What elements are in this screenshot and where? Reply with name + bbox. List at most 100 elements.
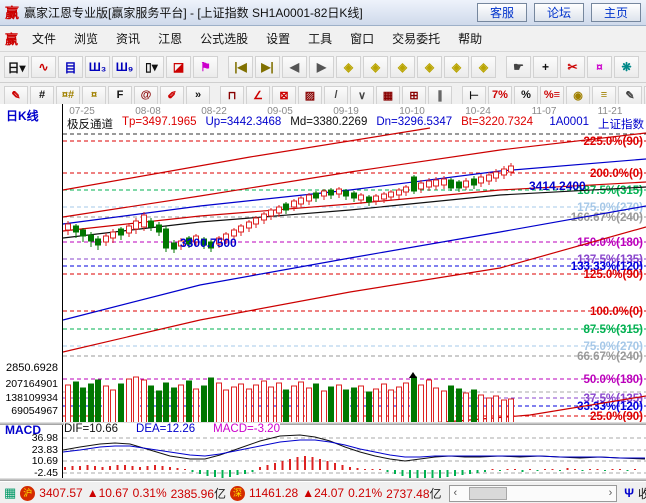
vee-line-button[interactable]: ∨	[350, 86, 374, 105]
stamp-tool-button[interactable]: ¤	[587, 56, 612, 78]
prev-page-button[interactable]: ◀	[282, 56, 307, 78]
gold-grid2-button[interactable]: ¤	[82, 86, 106, 105]
spiral-tool-button[interactable]: @	[134, 86, 158, 105]
svg-text:200.0%(0): 200.0%(0)	[590, 168, 643, 180]
pattern-tool-button[interactable]: ❋	[614, 56, 639, 78]
sh-index-amount: 2385.96亿	[171, 485, 226, 502]
svg-text:66.67%(240): 66.67%(240)	[577, 351, 643, 363]
broadcast-icon[interactable]: Ψ	[624, 486, 634, 500]
bars9-chart-button[interactable]: Ш₉	[112, 56, 137, 78]
percent7-button[interactable]: 7%	[488, 86, 512, 105]
measure-pen-button[interactable]: ✐	[160, 86, 184, 105]
volume-scale-3: 69054967	[0, 405, 58, 417]
sz-index-amount: 2737.48亿	[386, 485, 441, 502]
indicator-header: 极反通道 Tp=3497.1965 Up=3442.3468 Md=3380.2…	[67, 116, 644, 132]
parallel-lines-button[interactable]: ∥	[428, 86, 452, 105]
shenzhen-market-icon[interactable]: 深	[230, 486, 245, 501]
dea-value: DEA=12.26	[136, 423, 195, 435]
candle-style-button[interactable]: ▯▾	[139, 56, 164, 78]
menu-item-settings[interactable]: 设置	[257, 30, 299, 47]
first-page-button[interactable]: |◀	[228, 56, 253, 78]
scroll-right-arrow[interactable]: ›	[605, 487, 617, 499]
titlebar-buttons: 客服 论坛 主页	[477, 3, 641, 22]
bars3-chart-button[interactable]: Ш₃	[85, 56, 110, 78]
menu-item-gann[interactable]: 江恩	[149, 30, 191, 47]
receive-label: 收	[638, 485, 646, 502]
stock-pick-button[interactable]: ◪	[166, 56, 191, 78]
info-list-button[interactable]: 目	[58, 56, 83, 78]
homepage-button[interactable]: 主页	[591, 3, 641, 22]
toolbar-main: 日▾∿目Ш₃Ш₉▯▾◪⚑|◀▶|◀▶◈◈◈◈◈◈☛+✂¤❋21▦▤▌	[0, 52, 646, 83]
pan-hand-button[interactable]: ☛	[506, 56, 531, 78]
chart-area: 225.0%(90)200.0%(0)187.5%(315)175.0%(270…	[0, 104, 646, 481]
menu-item-window[interactable]: 窗口	[341, 30, 383, 47]
horizontal-scrollbar[interactable]: ‹ ›	[449, 485, 618, 502]
scroll-thumb[interactable]	[469, 487, 507, 500]
measure-scale-button[interactable]: ⊢	[462, 86, 486, 105]
gann-diamond-4-button[interactable]: ◈	[417, 56, 442, 78]
curve-tool-button[interactable]: ∿	[31, 56, 56, 78]
market-grid-icon[interactable]: ▦	[4, 485, 16, 501]
fibonacci-f-button[interactable]: F	[108, 86, 132, 105]
draw-pen-button[interactable]: ✎	[4, 86, 28, 105]
stock-code: 1A0001	[549, 116, 589, 132]
annotate-button[interactable]: ✎	[618, 86, 642, 105]
shade-box-button[interactable]: ▨	[298, 86, 322, 105]
dn-value: Dn=3296.5347	[376, 116, 452, 132]
gann-diamond-3-button[interactable]: ◈	[390, 56, 415, 78]
grid-lines-button[interactable]: #	[30, 86, 54, 105]
shanghai-market-icon[interactable]: 沪	[20, 486, 35, 501]
svg-text:225.0%(90): 225.0%(90)	[584, 136, 644, 148]
bt-value: Bt=3220.7324	[461, 116, 533, 132]
gann-diamond-5-button[interactable]: ◈	[444, 56, 469, 78]
trend-line-button[interactable]: /	[324, 86, 348, 105]
svg-text:3300.7500: 3300.7500	[180, 236, 237, 250]
sz-index-pct: 0.21%	[348, 486, 382, 500]
gann-fan-button[interactable]: ∠	[246, 86, 270, 105]
gann-diamond-2-button[interactable]: ◈	[363, 56, 388, 78]
menu-item-news[interactable]: 资讯	[107, 30, 149, 47]
percent-lines-button[interactable]: %≡	[540, 86, 564, 105]
erase-tool-button[interactable]: ✂	[560, 56, 585, 78]
gold-circle-button[interactable]: ◉	[566, 86, 590, 105]
menu-item-browse[interactable]: 浏览	[65, 30, 107, 47]
macd-scale-3: 10.69	[0, 455, 58, 467]
gold-levels-button[interactable]: ≡	[592, 86, 616, 105]
customer-service-button[interactable]: 客服	[477, 3, 527, 22]
grid-fill-button[interactable]: ▦	[376, 86, 400, 105]
menu-item-help[interactable]: 帮助	[449, 30, 491, 47]
box-frame-button[interactable]: ⊓	[220, 86, 244, 105]
md-value: Md=3380.2269	[290, 116, 367, 132]
gann-channel-lines	[63, 128, 646, 424]
flag-chart-button[interactable]: ⚑	[193, 56, 218, 78]
app-logo: 赢	[5, 3, 19, 23]
svg-text:87.5%(315): 87.5%(315)	[584, 324, 644, 336]
svg-text:187.5%(315): 187.5%(315)	[577, 185, 643, 197]
next-page-button[interactable]: ▶	[309, 56, 334, 78]
grid-arrow-button[interactable]: ⊞	[402, 86, 426, 105]
forum-button[interactable]: 论坛	[534, 3, 584, 22]
dif-value: DIF=10.66	[64, 423, 118, 435]
arc-box-button[interactable]: ⊠	[272, 86, 296, 105]
gann-diamond-1-button[interactable]: ◈	[336, 56, 361, 78]
channel-name-label: 极反通道	[67, 116, 113, 132]
pane-label-daily-kline: 日K线	[6, 107, 39, 124]
sz-index-change: ▲24.07	[302, 486, 344, 500]
menu-item-file[interactable]: 文件	[23, 30, 65, 47]
menu-logo: 赢	[5, 29, 18, 48]
svg-text:100.0%(0): 100.0%(0)	[590, 306, 643, 318]
sz-index-value: 11461.28	[249, 486, 298, 500]
menu-item-tools[interactable]: 工具	[299, 30, 341, 47]
sh-index-pct: 0.31%	[133, 486, 167, 500]
last-page-button[interactable]: ▶|	[255, 56, 280, 78]
percent-button[interactable]: %	[514, 86, 538, 105]
more-tools-button[interactable]: »	[186, 86, 210, 105]
menu-item-formula-stockpick[interactable]: 公式选股	[191, 30, 257, 47]
crosshair-button[interactable]: +	[533, 56, 558, 78]
sh-index-value: 3407.57	[39, 486, 82, 500]
gann-diamond-6-button[interactable]: ◈	[471, 56, 496, 78]
kline-period-button[interactable]: 日▾	[4, 56, 29, 78]
menu-item-trading[interactable]: 交易委托	[383, 30, 449, 47]
scroll-left-arrow[interactable]: ‹	[450, 487, 462, 499]
gold-grid1-button[interactable]: ¤#	[56, 86, 80, 105]
